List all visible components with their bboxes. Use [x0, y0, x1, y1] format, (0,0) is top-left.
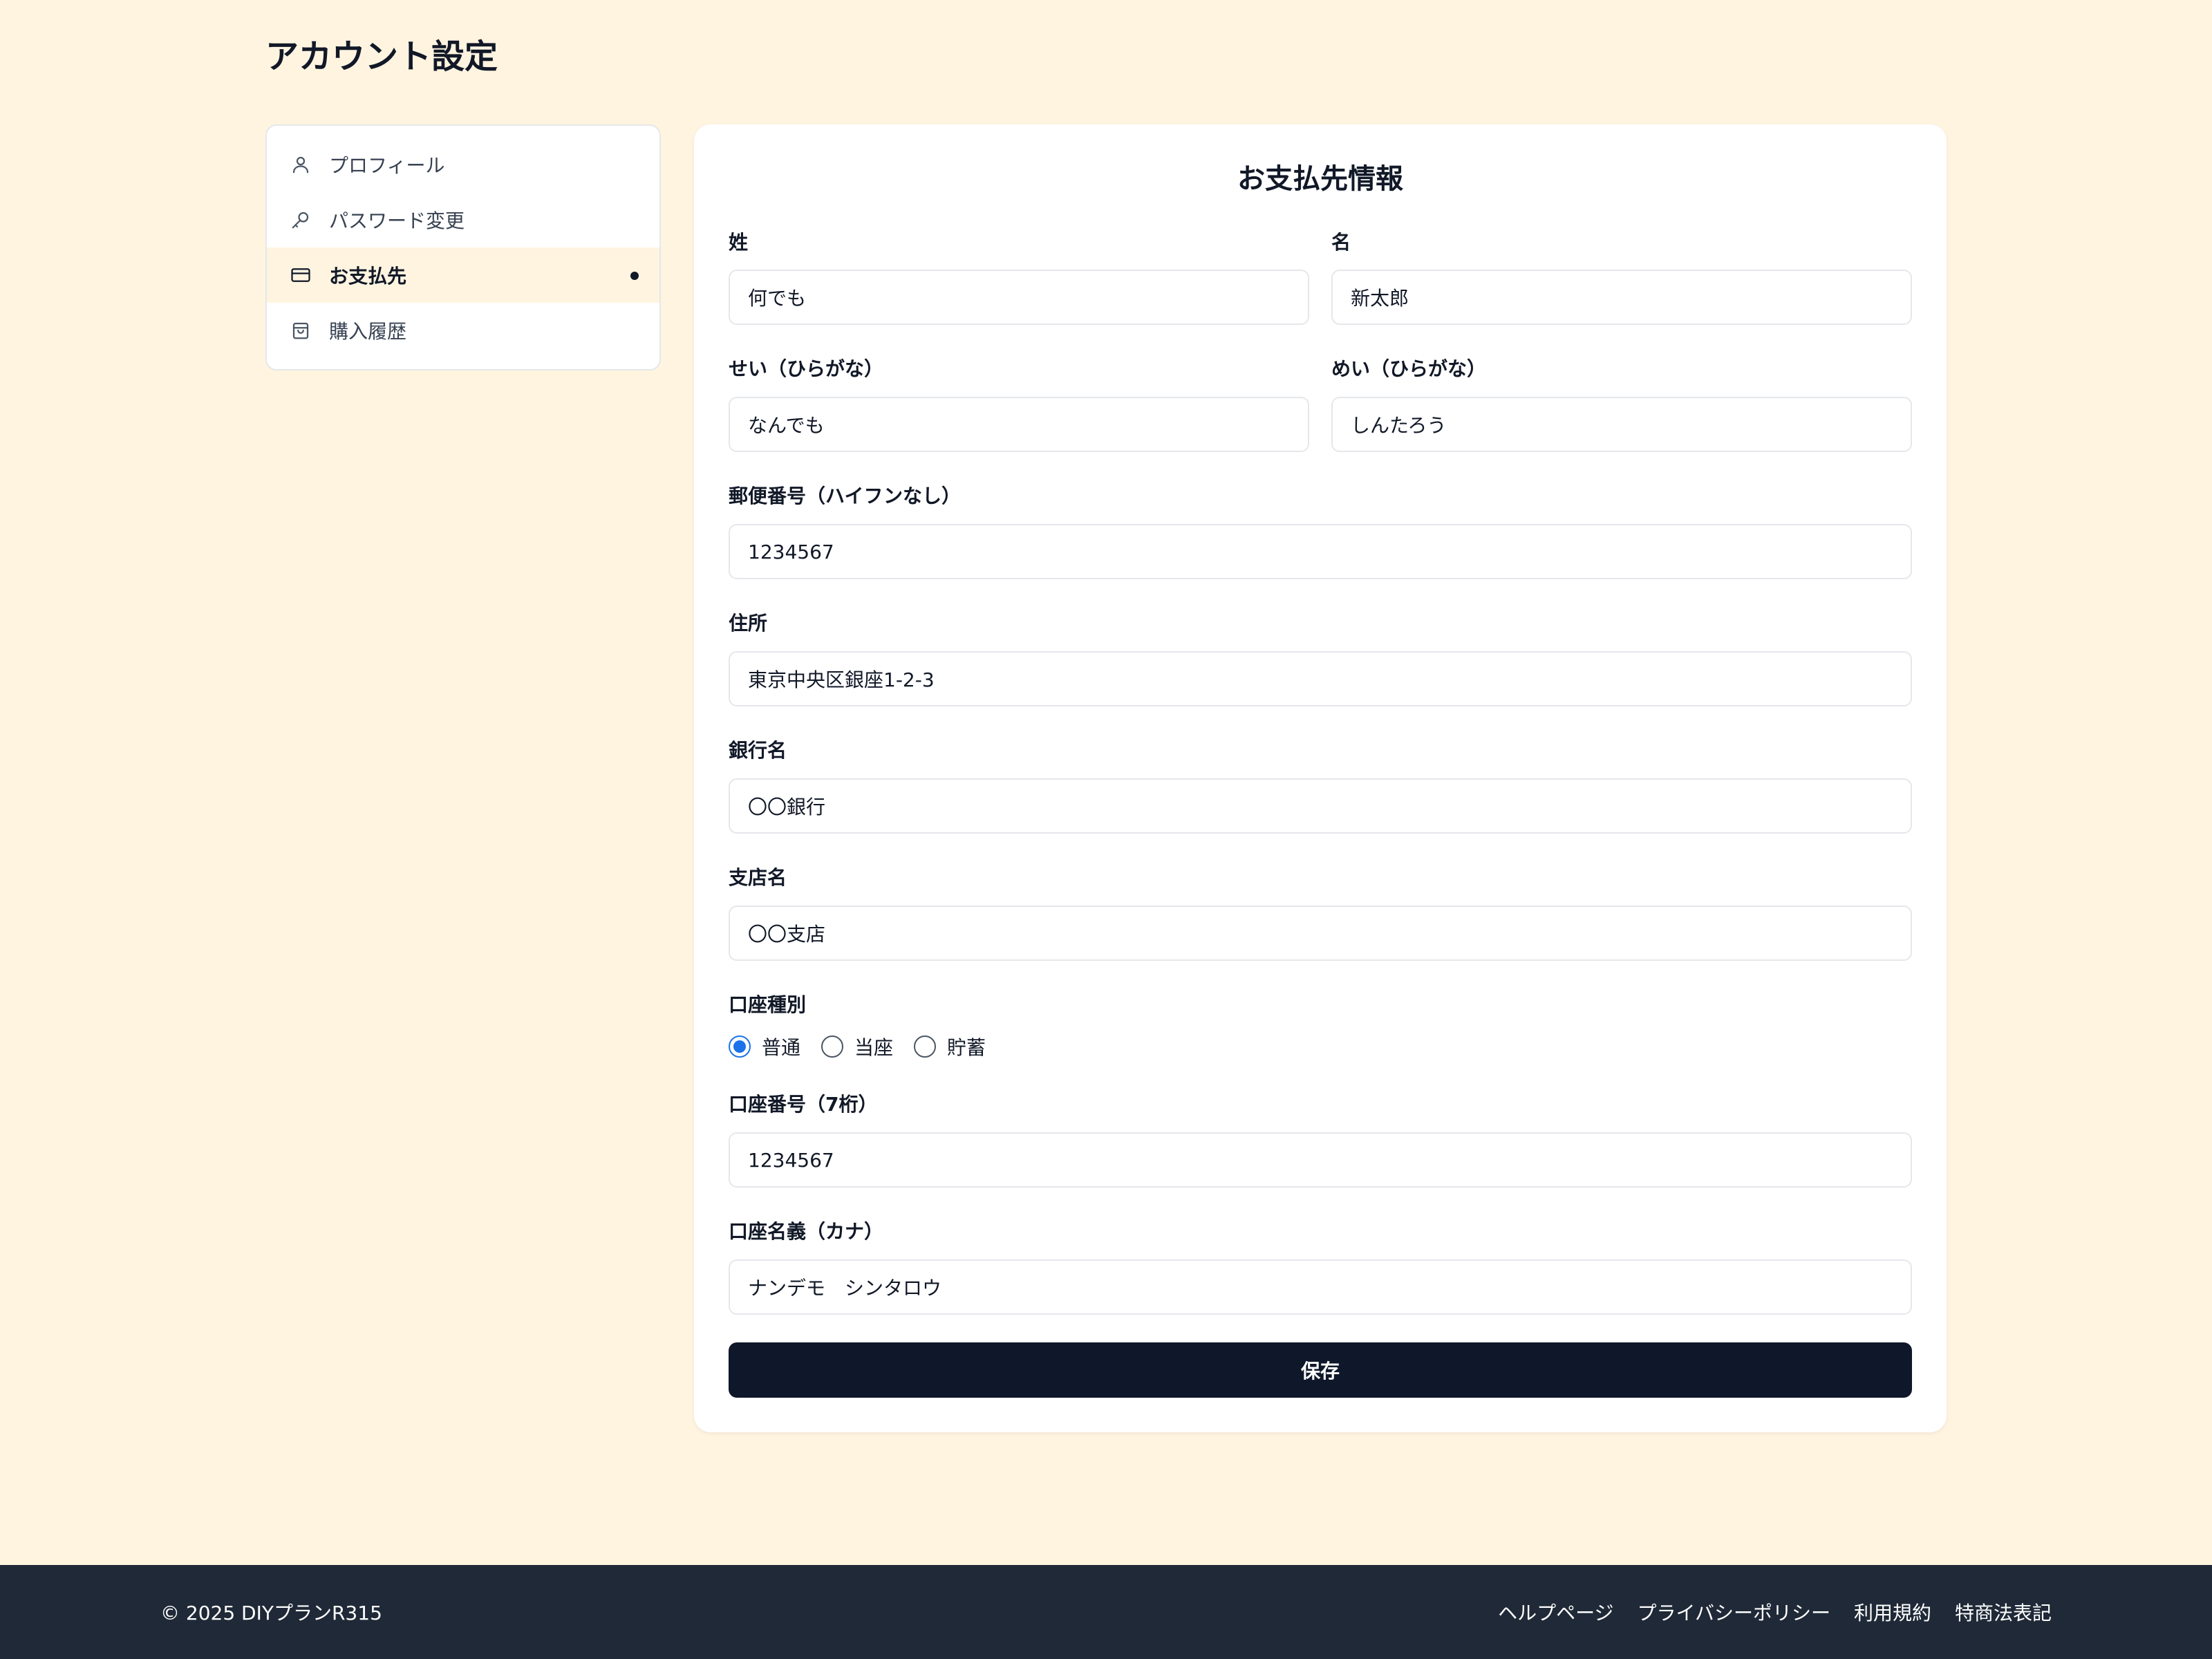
footer-links: ヘルプページ プライバシーポリシー 利用規約 特商法表記 [1474, 1598, 2052, 1626]
account-type-label: 口座種別 [729, 993, 807, 1016]
sidebar-item-label: お支払先 [329, 265, 407, 288]
bank-name-label: 銀行名 [729, 739, 787, 762]
branch-name-label: 支店名 [729, 866, 787, 889]
first-name-kana-field[interactable] [1331, 397, 1912, 452]
settings-sidebar: プロフィール パスワード変更 お支払先 購入履歴 [265, 124, 661, 371]
user-icon [289, 153, 312, 176]
credit-card-icon [289, 263, 312, 287]
save-button[interactable]: 保存 [729, 1342, 1912, 1398]
shopping-bag-icon [289, 319, 312, 342]
radio-circle [729, 1035, 751, 1058]
last-name-kana-field[interactable] [729, 397, 1309, 452]
first-name-field[interactable] [1331, 270, 1912, 325]
card-title: お支払先情報 [1237, 163, 1403, 195]
first-name-kana-label: めい（ひらがな） [1331, 357, 1487, 380]
radio-circle [914, 1035, 937, 1058]
copyright-text: © 2025 DIYプランR315 [160, 1602, 382, 1624]
account-number-field[interactable] [729, 1132, 1912, 1188]
account-holder-field[interactable] [729, 1259, 1912, 1315]
sidebar-item-password[interactable]: パスワード変更 [267, 192, 659, 247]
sidebar-item-profile[interactable]: プロフィール [267, 137, 659, 192]
sidebar-item-payment[interactable]: お支払先 [267, 247, 659, 303]
sidebar-item-label: プロフィール [329, 154, 445, 177]
active-indicator-dot [630, 272, 639, 280]
address-field[interactable] [729, 651, 1912, 706]
radio-label: 普通 [762, 1036, 801, 1059]
account-type-radio-savings[interactable]: 貯蓄 [914, 1033, 986, 1060]
account-number-label: 口座番号（7桁） [729, 1093, 878, 1116]
radio-circle [821, 1035, 844, 1058]
sidebar-item-purchase-history[interactable]: 購入履歴 [267, 303, 659, 358]
account-settings-page: アカウント設定 プロフィール パスワード変更 お支払先 購入履歴 お支払先情報 … [0, 0, 2212, 1659]
sidebar-item-label: パスワード変更 [329, 209, 465, 232]
address-label: 住所 [729, 612, 768, 635]
account-type-radio-group: 普通 当座 貯蓄 [729, 1033, 1006, 1060]
footer-link-commerce-law[interactable]: 特商法表記 [1955, 1598, 2052, 1626]
footer-link-terms[interactable]: 利用規約 [1854, 1598, 1931, 1626]
footer-link-help[interactable]: ヘルプページ [1498, 1598, 1613, 1626]
page-title: アカウント設定 [265, 37, 498, 76]
last-name-field[interactable] [729, 270, 1309, 325]
footer-link-privacy[interactable]: プライバシーポリシー [1638, 1598, 1830, 1626]
radio-label: 貯蓄 [947, 1036, 986, 1059]
postal-code-field[interactable] [729, 524, 1912, 579]
postal-code-label: 郵便番号（ハイフンなし） [729, 485, 962, 507]
bank-name-field[interactable] [729, 778, 1912, 834]
sidebar-item-label: 購入履歴 [329, 320, 407, 343]
last-name-label: 姓 [729, 231, 749, 254]
key-icon [289, 208, 312, 232]
account-type-radio-current[interactable]: 当座 [821, 1033, 893, 1060]
account-holder-label: 口座名義（カナ） [729, 1220, 884, 1243]
site-footer: © 2025 DIYプランR315 ヘルプページ プライバシーポリシー 利用規約… [0, 1565, 2212, 1659]
first-name-label: 名 [1331, 231, 1351, 254]
account-type-radio-ordinary[interactable]: 普通 [729, 1033, 800, 1060]
last-name-kana-label: せい（ひらがな） [729, 357, 884, 380]
radio-label: 当座 [854, 1036, 894, 1059]
branch-name-field[interactable] [729, 906, 1912, 961]
